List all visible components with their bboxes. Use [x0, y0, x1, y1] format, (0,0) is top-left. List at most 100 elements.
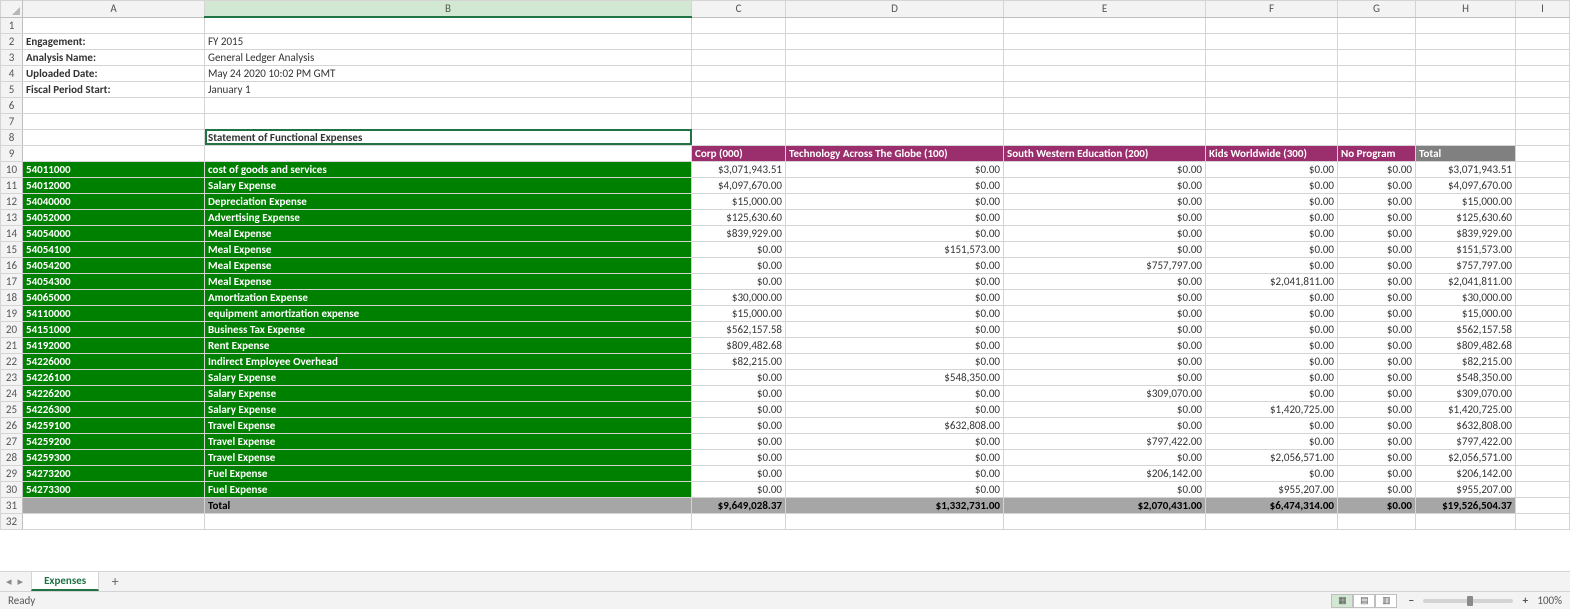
cell[interactable] [786, 97, 1004, 113]
cell[interactable] [23, 513, 205, 529]
row-header-21[interactable]: 21 [1, 337, 23, 353]
val-noprog[interactable]: $0.00 [1338, 161, 1416, 177]
val-kids[interactable]: $0.00 [1206, 353, 1338, 369]
val-tech[interactable]: $0.00 [786, 225, 1004, 241]
cell[interactable] [1516, 449, 1570, 465]
account-code[interactable]: 54054100 [23, 241, 205, 257]
total-blank[interactable] [23, 497, 205, 513]
cell[interactable] [1516, 241, 1570, 257]
account-code[interactable]: 54192000 [23, 337, 205, 353]
cell[interactable] [1338, 33, 1416, 49]
zoom-slider[interactable] [1423, 599, 1513, 603]
row-header-16[interactable]: 16 [1, 257, 23, 273]
view-page-layout-icon[interactable]: ▤ [1353, 594, 1375, 608]
val-sw[interactable]: $0.00 [1004, 209, 1206, 225]
cell[interactable] [1516, 513, 1570, 529]
account-name[interactable]: Advertising Expense [205, 209, 692, 225]
cell[interactable] [1416, 65, 1516, 81]
val-total[interactable]: $1,420,725.00 [1416, 401, 1516, 417]
select-all-corner[interactable] [1, 1, 23, 18]
val-total[interactable]: $562,157.58 [1416, 321, 1516, 337]
col-corp[interactable]: Corp (000) [692, 145, 786, 161]
row-header-15[interactable]: 15 [1, 241, 23, 257]
val-noprog[interactable]: $0.00 [1338, 225, 1416, 241]
cell[interactable] [1416, 17, 1516, 33]
val-total[interactable]: $2,056,571.00 [1416, 449, 1516, 465]
account-name[interactable]: Rent Expense [205, 337, 692, 353]
val-noprog[interactable]: $0.00 [1338, 369, 1416, 385]
account-code[interactable]: 54151000 [23, 321, 205, 337]
val-kids[interactable]: $0.00 [1206, 417, 1338, 433]
sheet-tab-expenses[interactable]: Expenses [31, 572, 99, 591]
total-corp[interactable]: $9,649,028.37 [692, 497, 786, 513]
val-kids[interactable]: $2,056,571.00 [1206, 449, 1338, 465]
val-corp[interactable]: $0.00 [692, 433, 786, 449]
cell[interactable] [692, 17, 786, 33]
val-noprog[interactable]: $0.00 [1338, 481, 1416, 497]
cell[interactable] [786, 33, 1004, 49]
cell[interactable] [786, 113, 1004, 129]
total-sw[interactable]: $2,070,431.00 [1004, 497, 1206, 513]
cell[interactable] [1516, 257, 1570, 273]
val-total[interactable]: $757,797.00 [1416, 257, 1516, 273]
val-corp[interactable]: $562,157.58 [692, 321, 786, 337]
cell[interactable] [1338, 17, 1416, 33]
total-grand[interactable]: $19,526,504.37 [1416, 497, 1516, 513]
val-tech[interactable]: $0.00 [786, 273, 1004, 289]
val-kids[interactable]: $0.00 [1206, 289, 1338, 305]
tab-nav-next-icon[interactable]: ▸ [18, 575, 24, 588]
val-sw[interactable]: $0.00 [1004, 241, 1206, 257]
account-code[interactable]: 54054000 [23, 225, 205, 241]
val-tech[interactable]: $0.00 [786, 321, 1004, 337]
cell[interactable] [692, 113, 786, 129]
cell[interactable] [1516, 497, 1570, 513]
val-kids[interactable]: $0.00 [1206, 241, 1338, 257]
row-header-22[interactable]: 22 [1, 353, 23, 369]
cell[interactable] [1338, 513, 1416, 529]
val-kids[interactable]: $0.00 [1206, 337, 1338, 353]
cell[interactable] [786, 513, 1004, 529]
col-header-H[interactable]: H [1416, 1, 1516, 18]
val-sw[interactable]: $797,422.00 [1004, 433, 1206, 449]
row-header-27[interactable]: 27 [1, 433, 23, 449]
val-noprog[interactable]: $0.00 [1338, 257, 1416, 273]
val-total[interactable]: $632,808.00 [1416, 417, 1516, 433]
account-code[interactable]: 54273300 [23, 481, 205, 497]
cell[interactable] [1004, 129, 1206, 145]
cell[interactable] [1206, 113, 1338, 129]
row-header-18[interactable]: 18 [1, 289, 23, 305]
cell[interactable] [23, 17, 205, 33]
meta-label[interactable]: Uploaded Date: [23, 65, 205, 81]
val-sw[interactable]: $757,797.00 [1004, 257, 1206, 273]
account-code[interactable]: 54226300 [23, 401, 205, 417]
col-header-B[interactable]: B [205, 1, 692, 18]
account-code[interactable]: 54065000 [23, 289, 205, 305]
cell[interactable] [1338, 65, 1416, 81]
val-corp[interactable]: $0.00 [692, 401, 786, 417]
val-kids[interactable]: $955,207.00 [1206, 481, 1338, 497]
cell[interactable] [205, 513, 692, 529]
val-sw[interactable]: $0.00 [1004, 369, 1206, 385]
val-noprog[interactable]: $0.00 [1338, 273, 1416, 289]
val-kids[interactable]: $0.00 [1206, 257, 1338, 273]
account-code[interactable]: 54259300 [23, 449, 205, 465]
cell[interactable] [1516, 289, 1570, 305]
account-name[interactable]: Travel Expense [205, 449, 692, 465]
cell[interactable] [1516, 481, 1570, 497]
cell[interactable] [1416, 97, 1516, 113]
val-corp[interactable]: $125,630.60 [692, 209, 786, 225]
val-tech[interactable]: $0.00 [786, 401, 1004, 417]
row-header-1[interactable]: 1 [1, 17, 23, 33]
cell[interactable] [1516, 33, 1570, 49]
account-name[interactable]: Salary Expense [205, 369, 692, 385]
val-corp[interactable]: $82,215.00 [692, 353, 786, 369]
val-sw[interactable]: $0.00 [1004, 177, 1206, 193]
account-name[interactable]: Depreciation Expense [205, 193, 692, 209]
cell[interactable] [1338, 113, 1416, 129]
row-header-32[interactable]: 32 [1, 513, 23, 529]
row-header-12[interactable]: 12 [1, 193, 23, 209]
spreadsheet-grid[interactable]: A B C D E F G H I 12Engagement:FY 20153A… [0, 0, 1570, 571]
val-corp[interactable]: $0.00 [692, 417, 786, 433]
meta-value[interactable]: General Ledger Analysis [205, 49, 692, 65]
cell[interactable] [1206, 97, 1338, 113]
